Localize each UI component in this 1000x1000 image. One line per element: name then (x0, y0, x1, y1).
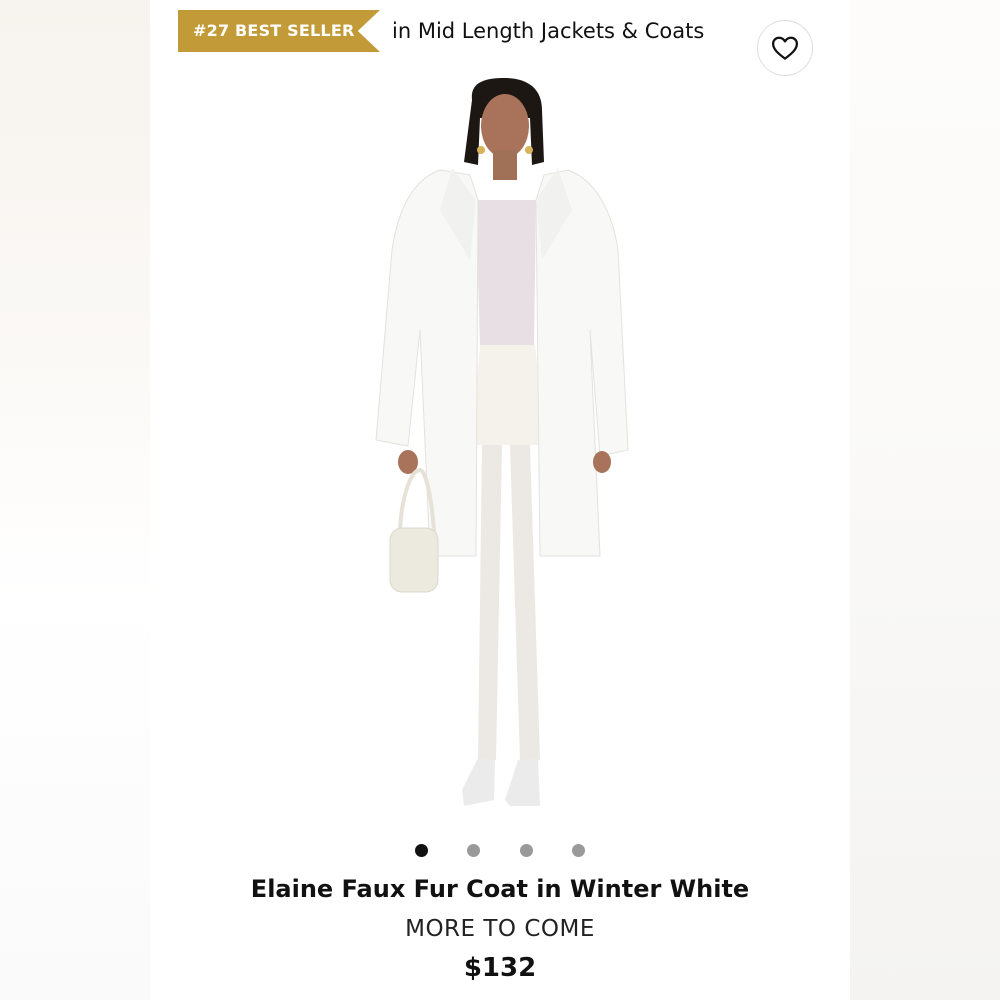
best-seller-badge: #27 BEST SELLER (178, 10, 380, 52)
best-seller-category[interactable]: in Mid Length Jackets & Coats (392, 16, 704, 46)
product-price: $132 (463, 953, 537, 983)
carousel-indicators (400, 840, 600, 860)
right-background (850, 0, 1000, 1000)
product-brand[interactable]: MORE TO COME (150, 916, 850, 942)
product-title[interactable]: Elaine Faux Fur Coat in Winter White (150, 875, 850, 903)
carousel-dot-3[interactable] (519, 843, 533, 857)
carousel-dot-2[interactable] (467, 843, 481, 857)
carousel-dot-1[interactable] (415, 843, 428, 857)
product-image[interactable] (150, 70, 850, 830)
carousel-dot-4[interactable] (571, 843, 585, 857)
left-background (0, 0, 150, 1000)
favorite-button[interactable] (757, 20, 813, 76)
heart-outline-icon (772, 36, 798, 60)
